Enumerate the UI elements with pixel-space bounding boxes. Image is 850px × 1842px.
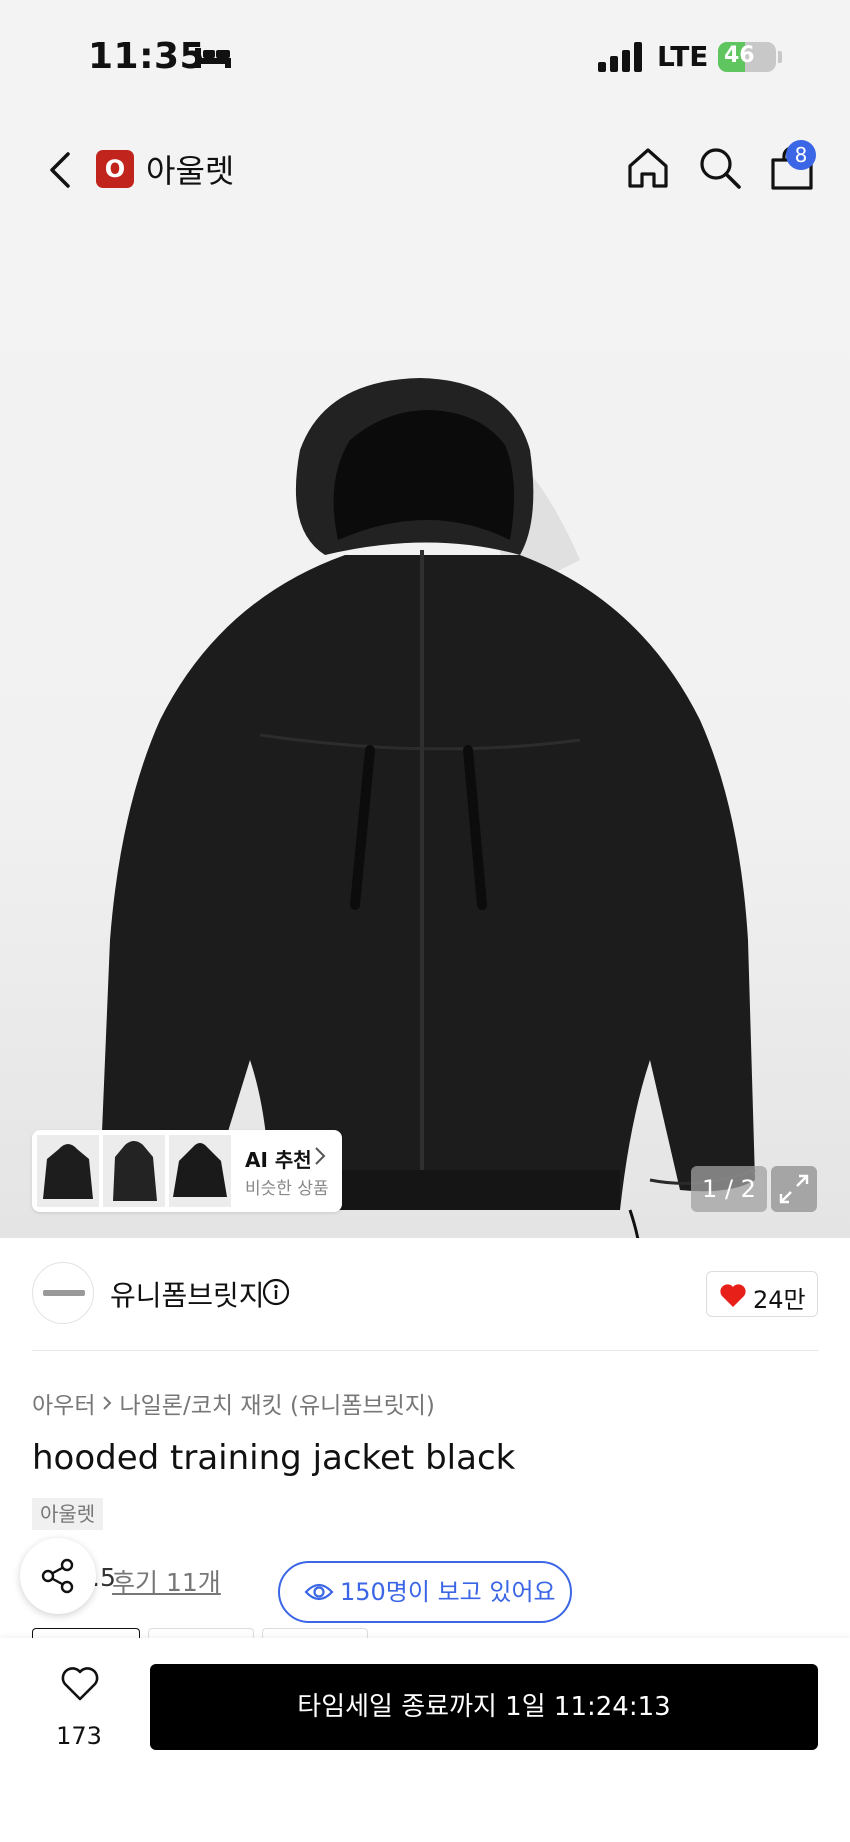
product-image-gallery[interactable]: AI 추천 비슷한 상품 1 / 2 (0, 230, 850, 1238)
heart-outline-icon (61, 1667, 99, 1701)
bottom-action-bar: 173 타임세일 종료까지 1일 11:24:13 (0, 1638, 850, 1842)
info-icon[interactable] (262, 1278, 290, 1306)
sleep-mode-icon (195, 48, 231, 68)
image-counter: 1 / 2 (691, 1166, 767, 1212)
chevron-right-icon (315, 1147, 326, 1165)
network-type: LTE (657, 40, 709, 73)
outlet-tag: 아울렛 (32, 1498, 104, 1530)
battery-icon: 46 (718, 42, 776, 72)
similar-product-thumbnail[interactable] (169, 1135, 231, 1207)
chevron-right-icon (103, 1396, 112, 1410)
outlet-brand-name[interactable]: 아울렛 (146, 146, 234, 192)
time-sale-button[interactable]: 타임세일 종료까지 1일 11:24:13 (150, 1664, 818, 1750)
wishlist-button[interactable]: 173 (40, 1666, 118, 1756)
battery-level: 46 (724, 43, 755, 68)
expand-icon[interactable] (771, 1166, 817, 1212)
signal-strength-icon (598, 42, 642, 72)
breadcrumb-category[interactable]: 아우터 (32, 1386, 95, 1420)
back-arrow-icon[interactable] (40, 146, 80, 194)
brand-name[interactable]: 유니폼브릿지 (110, 1274, 265, 1314)
ai-recommendation-subtitle: 비슷한 상품 (245, 1179, 329, 1199)
similar-product-thumbnail[interactable] (37, 1135, 99, 1207)
product-photo-jacket (100, 378, 756, 1238)
category-breadcrumb: 아우터 나일론/코치 재킷 (유니폼브릿지) (32, 1386, 435, 1420)
live-viewers-badge: 150명이 보고 있어요 (278, 1561, 572, 1623)
heart-filled-icon (720, 1284, 746, 1307)
live-viewers-label: 150명이 보고 있어요 (340, 1578, 556, 1606)
home-icon[interactable] (624, 144, 672, 192)
product-title: hooded training jacket black (32, 1438, 516, 1478)
similar-product-thumbnail[interactable] (103, 1135, 165, 1207)
brand-like-count: 24만 (753, 1286, 806, 1314)
section-divider (32, 1350, 818, 1351)
top-navigation: O 아울렛 8 (0, 110, 850, 230)
outlet-logo-badge: O (96, 150, 134, 188)
share-icon (41, 1558, 74, 1594)
reviews-link[interactable]: 후기 11개 (112, 1563, 221, 1599)
ai-recommendation-panel[interactable]: AI 추천 비슷한 상품 (32, 1130, 342, 1212)
brand-info-row: 유니폼브릿지 24만 (0, 1238, 850, 1350)
battery-tip (778, 51, 782, 63)
brand-like-button[interactable]: 24만 (706, 1271, 818, 1317)
ai-recommendation-title: AI 추천 (245, 1148, 312, 1172)
cart-count-badge: 8 (786, 140, 816, 170)
status-time: 11:35 (88, 36, 206, 77)
wishlist-count: 173 (56, 1722, 102, 1750)
breadcrumb-subcategory[interactable]: 나일론/코치 재킷 (유니폼브릿지) (119, 1386, 434, 1420)
share-button[interactable] (20, 1538, 96, 1614)
status-bar: 11:35 LTE 46 (0, 0, 850, 110)
brand-logo[interactable] (32, 1262, 94, 1324)
search-icon[interactable] (696, 144, 744, 192)
eye-icon (304, 1583, 334, 1601)
